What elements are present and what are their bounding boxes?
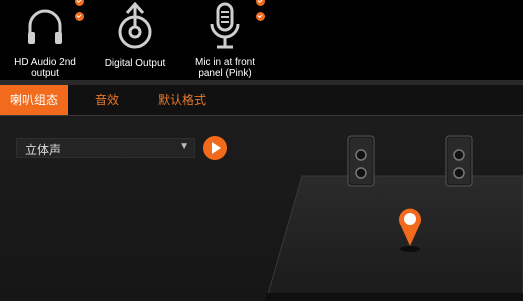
speaker-config-value: 立体声	[25, 143, 62, 157]
device-strip: HD Audio 2nd output Digital Output Mic i…	[0, 0, 523, 80]
floor-platform	[266, 175, 523, 301]
speaker-config-select[interactable]: 立体声 ▼	[16, 138, 195, 158]
device-label: Digital Output	[104, 58, 166, 69]
check-badge-icon	[75, 12, 84, 21]
speaker-left-icon	[347, 135, 375, 187]
device-label: Mic in at front panel (Pink)	[194, 57, 256, 79]
microphone-icon	[210, 2, 240, 49]
tab-sound-effects[interactable]: 音效	[95, 85, 119, 115]
device-hd-audio[interactable]: HD Audio 2nd output	[0, 0, 90, 80]
floor-edge	[266, 293, 523, 301]
device-digital-output[interactable]: Digital Output	[95, 0, 175, 80]
check-badge-icon	[75, 0, 84, 6]
tab-default-format[interactable]: 默认格式	[158, 85, 206, 115]
digital-output-icon	[118, 2, 152, 49]
tab-speaker-config[interactable]: 喇叭组态	[0, 85, 68, 115]
device-mic-front[interactable]: Mic in at front panel (Pink)	[180, 0, 270, 80]
play-test-button[interactable]	[203, 136, 227, 160]
check-badge-icon	[256, 12, 265, 21]
device-label: HD Audio 2nd output	[14, 57, 76, 79]
speaker-stage	[266, 135, 523, 301]
speaker-config-panel: 立体声 ▼	[0, 116, 523, 301]
tab-bar: 喇叭组态 音效 默认格式	[0, 85, 523, 115]
headphones-icon	[28, 9, 62, 44]
chevron-down-icon[interactable]: ▼	[179, 141, 189, 152]
speaker-right-icon	[445, 135, 473, 187]
check-badge-icon	[256, 0, 265, 6]
